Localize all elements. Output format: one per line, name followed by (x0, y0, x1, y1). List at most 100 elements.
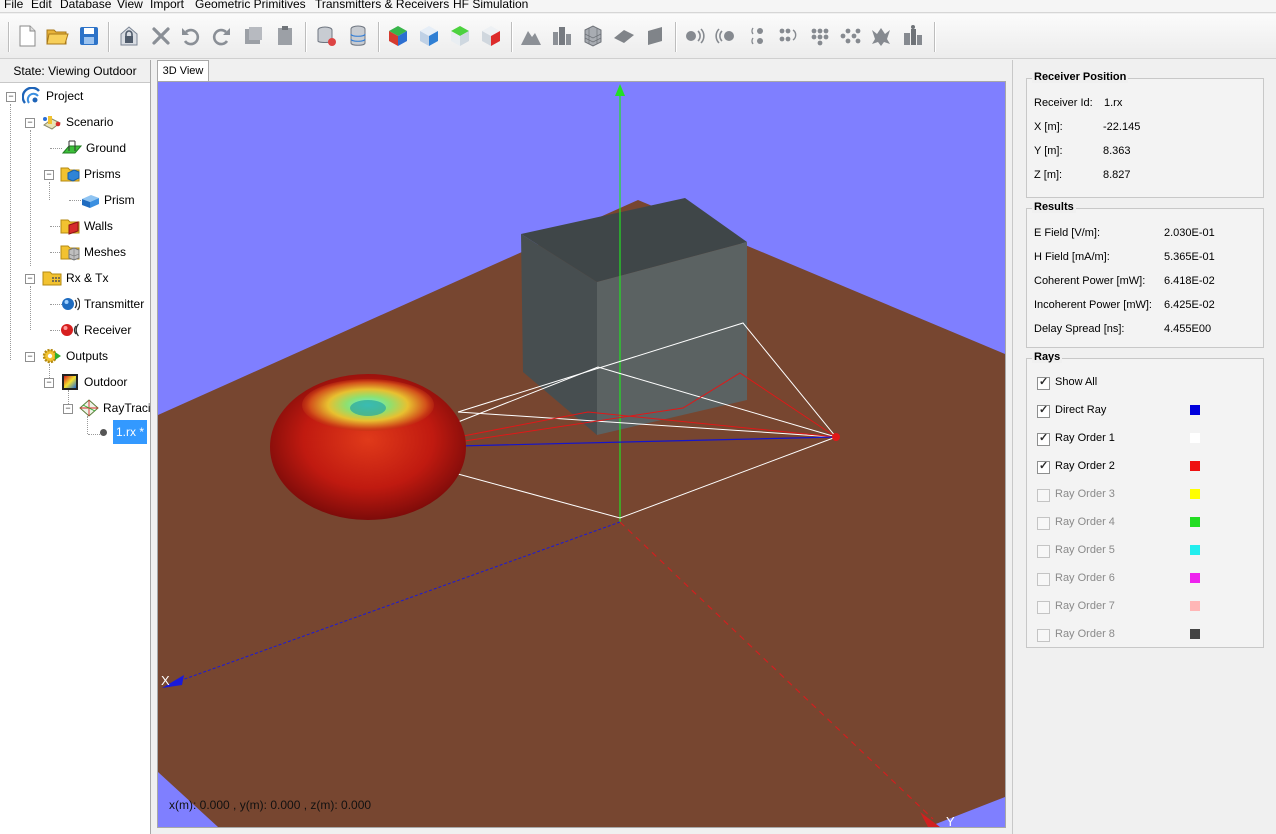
tree-label: Meshes (84, 245, 127, 259)
prisms-toggle[interactable]: − (44, 170, 54, 180)
ray-order-7-color-swatch[interactable] (1190, 601, 1200, 611)
tree-item-prisms[interactable]: Prisms (60, 164, 121, 184)
ray-order-2-checkbox[interactable] (1037, 459, 1050, 474)
mesh-button[interactable] (580, 23, 606, 49)
receiver-y-value: 8.363 (1103, 145, 1131, 157)
tree-item-meshes[interactable]: Meshes (60, 242, 126, 262)
project-toggle[interactable]: − (6, 92, 16, 102)
tree-item-scenario[interactable]: Scenario (42, 112, 113, 132)
tree-item-rx-file[interactable]: 1.rx * (100, 420, 148, 444)
receiver-id-value: 1.rx (1104, 97, 1123, 109)
receiver-array-button[interactable] (744, 23, 770, 49)
new-file-button[interactable] (14, 23, 40, 49)
receiver-cluster-button[interactable] (806, 23, 832, 49)
menu-import[interactable]: Import (150, 0, 184, 11)
copy-button[interactable] (240, 23, 266, 49)
ray-order-4-color-swatch[interactable] (1190, 517, 1200, 527)
city-button[interactable] (900, 23, 926, 49)
delete-button[interactable] (148, 23, 174, 49)
receiver-grid-button[interactable] (775, 23, 801, 49)
tree-label: Scenario (66, 115, 114, 129)
ray-order-3-color-swatch[interactable] (1190, 489, 1200, 499)
menu-hf-simulation[interactable]: HF Simulation (453, 0, 528, 11)
tree-item-transmitter[interactable]: Transmitter (60, 294, 144, 314)
ray-order-5-color-swatch[interactable] (1190, 545, 1200, 555)
menu-database[interactable]: Database (60, 0, 111, 11)
3d-viewport[interactable]: X Y x(m): 0.000 , y(m): 0.000 , z(m): 0.… (157, 81, 1006, 828)
tree-item-raytracing[interactable]: RayTracing (79, 398, 150, 418)
save-button[interactable] (76, 23, 102, 49)
tree-label: Receiver (84, 323, 132, 337)
tree-item-project[interactable]: Project (22, 86, 83, 106)
tree-item-prism[interactable]: Prism (80, 190, 135, 210)
ray-order-8-label: Ray Order 8 (1055, 628, 1115, 640)
ray-order-5-checkbox[interactable] (1037, 545, 1050, 558)
tree-connector (30, 130, 31, 266)
tree-label: Ground (86, 141, 127, 155)
tab-3d-view[interactable]: 3D View (157, 60, 209, 82)
paste-button[interactable] (272, 23, 298, 49)
receiver-position-group: Receiver Position Receiver Id: 1.rx X [m… (1026, 71, 1264, 198)
scatter-button[interactable] (868, 23, 894, 49)
menu-file[interactable]: File (4, 0, 23, 11)
buildings-button[interactable] (549, 23, 575, 49)
walls-folder-icon (60, 219, 80, 235)
z-axis-arrow (615, 84, 625, 96)
cube-red-button[interactable] (478, 23, 504, 49)
wall-button[interactable] (642, 23, 668, 49)
tree-label: Rx & Tx (66, 271, 109, 285)
ray-order-4-checkbox[interactable] (1037, 517, 1050, 530)
ray-order-8-checkbox[interactable] (1037, 629, 1050, 642)
tree-item-receiver[interactable]: Receiver (60, 320, 131, 340)
ray-order-6-color-swatch[interactable] (1190, 573, 1200, 583)
transmitter-button[interactable] (682, 23, 708, 49)
meshes-folder-icon (60, 245, 80, 261)
ray-order-8-color-swatch[interactable] (1190, 629, 1200, 639)
undo-button[interactable] (178, 23, 204, 49)
tree-item-outdoor[interactable]: Outdoor (60, 372, 127, 392)
ray-order-7-checkbox[interactable] (1037, 601, 1050, 614)
menu-geometric-primitives[interactable]: Geometric Primitives (195, 0, 306, 11)
direct-ray-checkbox[interactable] (1037, 403, 1050, 418)
ray-order-2-color-swatch[interactable] (1190, 461, 1200, 471)
tree-item-rxtx[interactable]: Rx & Tx (42, 268, 108, 288)
ray-order-1-checkbox[interactable] (1037, 431, 1050, 446)
tree-item-ground[interactable]: Ground (62, 138, 126, 158)
show-all-label: Show All (1055, 376, 1098, 388)
terrain-button[interactable] (518, 23, 544, 49)
menu-edit[interactable]: Edit (31, 0, 52, 11)
cursor-coordinates: x(m): 0.000 , y(m): 0.000 , z(m): 0.000 (169, 798, 372, 812)
ray-order-1-color-swatch[interactable] (1190, 433, 1200, 443)
lock-button[interactable] (116, 23, 142, 49)
ray-order-3-checkbox[interactable] (1037, 489, 1050, 502)
cube-blue-button[interactable] (416, 23, 442, 49)
h-field-value: 5.365E-01 (1164, 251, 1215, 263)
direct-ray-color-swatch[interactable] (1190, 405, 1200, 415)
database-manage-button[interactable] (345, 23, 371, 49)
tree-label: Outputs (66, 349, 109, 363)
redo-button[interactable] (208, 23, 234, 49)
cube-green-button[interactable] (447, 23, 473, 49)
plane-button[interactable] (611, 23, 637, 49)
database-button[interactable] (313, 23, 339, 49)
tree-item-outputs[interactable]: Outputs (42, 346, 108, 366)
lock-icon (120, 26, 138, 46)
receiver-button[interactable] (713, 23, 739, 49)
ray-order-6-checkbox[interactable] (1037, 573, 1050, 586)
toolbar-separator (108, 22, 110, 52)
paste-icon (278, 26, 292, 45)
outputs-toggle[interactable]: − (25, 352, 35, 362)
tree-item-walls[interactable]: Walls (60, 216, 113, 236)
cube-rgb-button[interactable] (385, 23, 411, 49)
receiver-route-button[interactable] (837, 23, 863, 49)
show-all-checkbox[interactable] (1037, 375, 1050, 390)
open-folder-button[interactable] (44, 23, 70, 49)
raytracing-toggle[interactable]: − (63, 404, 73, 414)
outdoor-toggle[interactable]: − (44, 378, 54, 388)
scenario-toggle[interactable]: − (25, 118, 35, 128)
receiver-marker[interactable] (832, 433, 840, 441)
project-icon (22, 87, 40, 104)
rxtx-toggle[interactable]: − (25, 274, 35, 284)
menu-view[interactable]: View (117, 0, 143, 11)
menu-transmitters-receivers[interactable]: Transmitters & Receivers (315, 0, 449, 11)
